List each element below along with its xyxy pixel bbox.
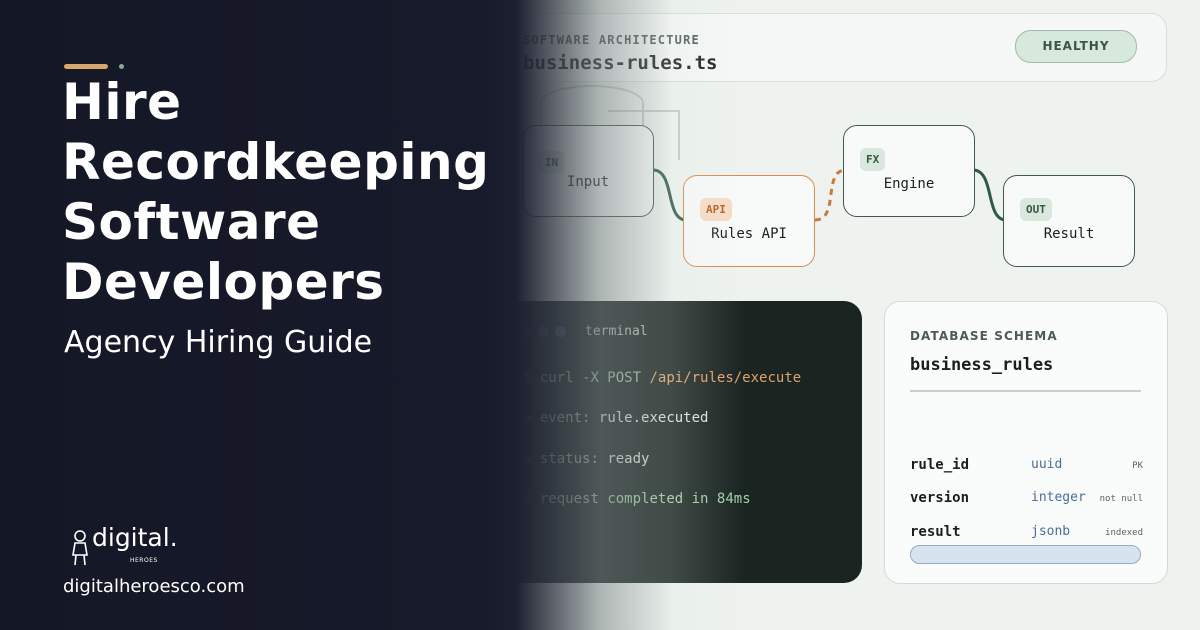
arrow-icon: →: [523, 451, 532, 467]
terminal-argument: /api/rules/execute: [649, 370, 802, 386]
terminal-title: terminal: [585, 324, 648, 339]
node-label: Input: [566, 174, 610, 190]
logo-subtext: HEROES: [130, 557, 158, 564]
title-line: Software: [62, 193, 321, 251]
field-type: jsonb: [1031, 524, 1071, 539]
database-schema-card: DATABASE SCHEMA business_rules rule_id u…: [884, 301, 1168, 584]
flow-node-rules-api[interactable]: API Rules API: [683, 175, 815, 267]
field-name: rule_id: [910, 457, 970, 473]
maximize-dot-icon[interactable]: [555, 326, 566, 337]
field-type: uuid: [1031, 457, 1063, 472]
terminal-key: status:: [539, 451, 599, 467]
minimize-dot-icon[interactable]: [537, 326, 548, 337]
node-tag: OUT: [1020, 198, 1052, 221]
schema-eyebrow: DATABASE SCHEMA: [910, 329, 1058, 343]
field-name: result: [910, 524, 961, 540]
page-subtitle: Agency Hiring Guide: [64, 325, 373, 360]
field-note: PK: [1132, 461, 1143, 471]
website-url[interactable]: digitalheroesco.com: [63, 576, 245, 597]
terminal-line: → status: ready: [523, 451, 649, 467]
divider: [910, 390, 1141, 392]
terminal-window: terminal $ curl -X POST /api/rules/execu…: [494, 301, 862, 583]
node-tag: IN: [539, 151, 565, 174]
terminal-line: ✓ request completed in 84ms: [523, 491, 751, 507]
brand-logo[interactable]: digital. HEROES: [70, 523, 180, 573]
field-note: not null: [1099, 494, 1143, 504]
field-name: version: [910, 490, 970, 506]
page-title: Hire Recordkeeping Software Developers: [62, 72, 489, 312]
node-label: Rules API: [711, 226, 787, 242]
check-icon: ✓: [523, 491, 532, 507]
field-note: indexed: [1105, 528, 1143, 538]
arrow-icon: →: [523, 410, 532, 426]
flow-node-result[interactable]: OUT Result: [1003, 175, 1135, 267]
close-dot-icon[interactable]: [519, 326, 530, 337]
schema-row: rule_id uuid PK: [910, 457, 1155, 477]
node-tag: FX: [860, 148, 886, 171]
node-tag: API: [700, 198, 732, 221]
flow-node-engine[interactable]: FX Engine: [843, 125, 975, 217]
logo-wordmark: digital.: [92, 523, 178, 552]
terminal-value: completed in 84ms: [607, 491, 751, 507]
title-line: Hire: [62, 73, 182, 131]
terminal-value: ready: [607, 451, 650, 467]
schema-row: version integer not null: [910, 490, 1155, 510]
hero-panel: Hire Recordkeeping Software Developers A…: [0, 0, 520, 630]
terminal-line: $ curl -X POST /api/rules/execute: [523, 370, 801, 386]
terminal-value: rule.executed: [598, 410, 709, 426]
connector-api-engine: [814, 168, 847, 222]
schema-row: result jsonb indexed: [910, 524, 1155, 544]
node-label: Engine: [883, 176, 935, 192]
prompt-symbol: $: [523, 370, 532, 386]
title-line: Recordkeeping: [62, 133, 490, 191]
terminal-command: curl -X POST: [539, 370, 642, 386]
connector-input-api: [652, 168, 687, 222]
schema-highlight-bar: [910, 545, 1141, 564]
schema-table-name: business_rules: [910, 355, 1054, 375]
field-type: integer: [1031, 490, 1086, 505]
connector-engine-result: [972, 168, 1007, 222]
hero-figure-icon: [72, 530, 88, 566]
terminal-line: → event: rule.executed: [523, 410, 708, 426]
terminal-key: request: [539, 491, 599, 507]
node-label: Result: [1043, 226, 1095, 242]
title-line: Developers: [62, 253, 385, 311]
flow-node-input[interactable]: IN Input: [522, 125, 654, 217]
accent-bar: [64, 64, 108, 69]
accent-dot: [119, 64, 124, 69]
terminal-key: event:: [539, 410, 591, 426]
